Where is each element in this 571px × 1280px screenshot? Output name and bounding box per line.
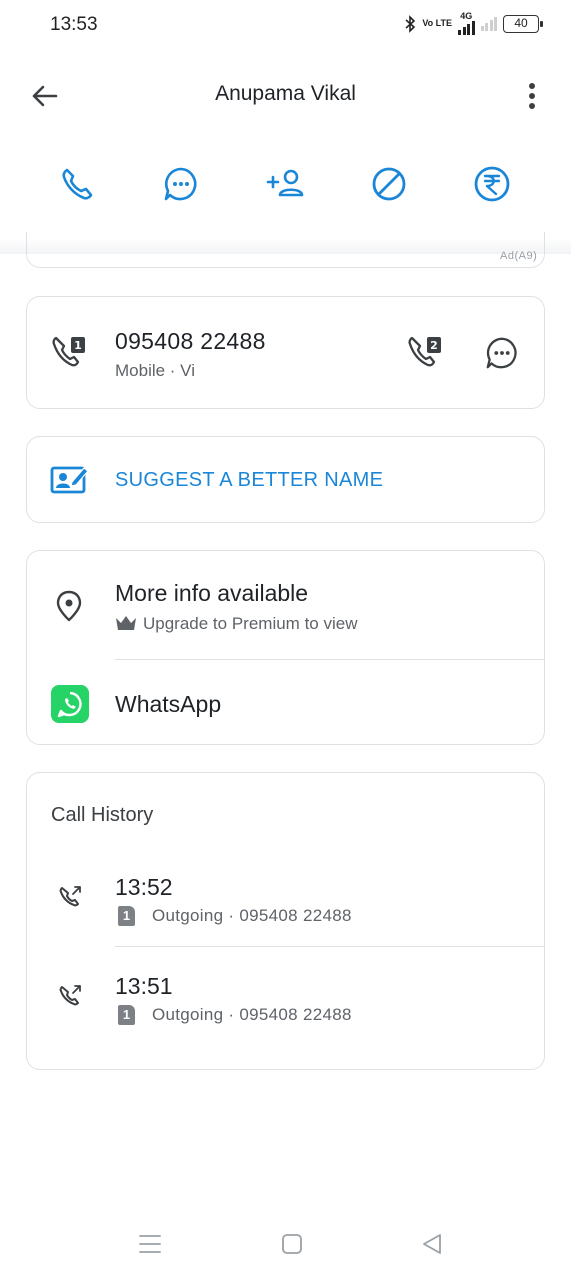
add-contact-button[interactable] xyxy=(265,164,305,204)
menu-lines-icon xyxy=(139,1235,161,1253)
volte-icon: Vo LTE xyxy=(422,18,452,28)
call-detail: Outgoing · 095408 22488 xyxy=(152,1005,352,1024)
svg-text:2: 2 xyxy=(430,339,438,352)
edit-id-card-icon xyxy=(50,464,90,501)
whatsapp-link[interactable]: WhatsApp xyxy=(115,691,221,718)
ad-card xyxy=(26,232,545,268)
battery-icon: 40 xyxy=(503,14,543,33)
number-card xyxy=(26,296,545,409)
pay-button[interactable] xyxy=(472,164,512,204)
svg-text:1: 1 xyxy=(74,339,82,352)
phone-icon xyxy=(62,168,93,200)
back-nav-button[interactable] xyxy=(420,1232,444,1261)
more-options-button[interactable] xyxy=(520,80,544,112)
call-time: 13:51 xyxy=(115,973,173,999)
bluetooth-icon xyxy=(405,14,416,33)
signal-sim2-icon xyxy=(480,16,497,31)
message-bubble-icon xyxy=(164,167,197,201)
battery-level: 40 xyxy=(514,15,528,30)
divider xyxy=(115,659,545,660)
sim-badge: 1 xyxy=(118,906,135,926)
location-pin-icon xyxy=(55,589,83,628)
status-icons: Vo LTE 4G 40 xyxy=(404,12,543,35)
call-time: 13:52 xyxy=(115,874,173,900)
sim2-call-icon: 2 xyxy=(408,336,441,367)
call-history-title: Call History xyxy=(51,804,154,826)
status-time: 13:53 xyxy=(50,14,98,35)
sim1-call-icon[interactable]: 1 xyxy=(50,334,90,379)
premium-upsell[interactable]: Upgrade to Premium to view xyxy=(143,614,357,634)
contact-name: Anupama Vikal xyxy=(215,82,356,105)
recent-apps-button[interactable] xyxy=(138,1232,162,1261)
phone-carrier: Mobile · Vi xyxy=(115,361,195,380)
network-4g-icon: 4G xyxy=(458,12,475,35)
ad-label: Ad(A9) xyxy=(500,250,538,262)
triangle-back-icon xyxy=(423,1234,441,1254)
crown-icon xyxy=(115,614,137,637)
home-button[interactable] xyxy=(280,1232,304,1261)
outgoing-call-icon xyxy=(58,885,82,914)
divider xyxy=(115,946,545,947)
message-button[interactable] xyxy=(161,164,201,204)
call-button[interactable] xyxy=(58,164,98,204)
sms-button[interactable] xyxy=(483,334,521,377)
outgoing-call-icon xyxy=(58,984,82,1013)
add-person-icon xyxy=(266,169,304,197)
block-button[interactable] xyxy=(369,164,409,204)
suggest-name-label[interactable]: SUGGEST A BETTER NAME xyxy=(115,469,383,492)
rupee-icon xyxy=(474,166,510,202)
more-info-title[interactable]: More info available xyxy=(115,580,308,607)
call-detail: Outgoing · 095408 22488 xyxy=(152,906,352,925)
block-icon xyxy=(372,167,406,201)
sim-badge: 1 xyxy=(118,1005,135,1025)
whatsapp-icon xyxy=(51,685,89,728)
phone-number[interactable]: 095408 22488 xyxy=(115,328,266,355)
message-bubble-icon xyxy=(486,337,517,369)
kebab-menu-icon xyxy=(529,83,535,109)
sim2-call-button[interactable]: 2 xyxy=(406,334,446,379)
square-icon xyxy=(282,1234,302,1254)
